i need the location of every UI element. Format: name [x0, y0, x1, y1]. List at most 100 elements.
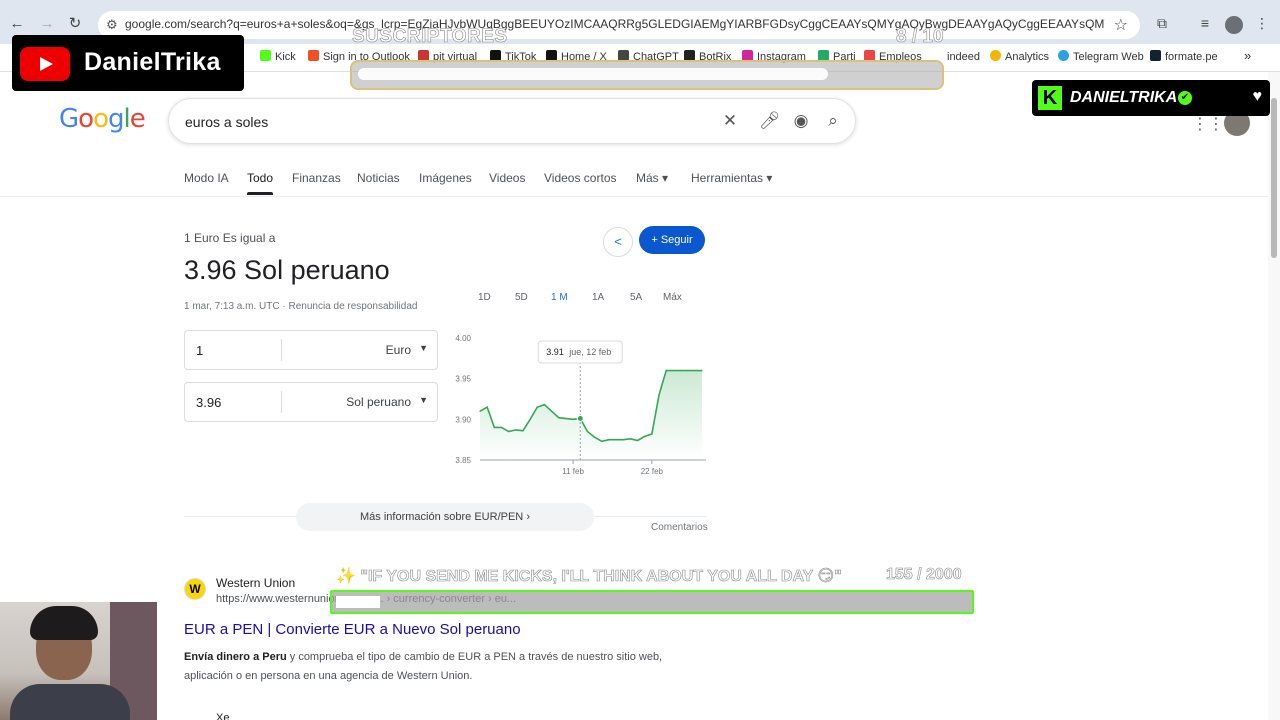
google-logo[interactable]: Google: [59, 104, 146, 134]
more-info-label: Más información sobre EUR/PEN: [360, 511, 524, 523]
from-currency-select[interactable]: Euro: [386, 343, 411, 357]
more-bookmarks-icon[interactable]: »: [1244, 48, 1251, 63]
tab-herramientas[interactable]: Herramientas ▾: [691, 171, 772, 185]
area-fill: [480, 370, 702, 460]
data-point: [543, 404, 546, 406]
kick-logo-icon: K: [1038, 86, 1062, 110]
next-result-site[interactable]: Xe: [216, 712, 229, 720]
subscriber-goal-bar: [350, 60, 944, 90]
mic-icon[interactable]: 🎤︎: [759, 111, 781, 131]
data-point: [536, 406, 538, 408]
data-point: [687, 369, 689, 372]
tab-imagenes[interactable]: Imágenes: [419, 171, 472, 185]
address-bar[interactable]: ⚙ google.com/search?q=euros+a+soles&oq=&…: [98, 11, 1140, 39]
tab-finanzas[interactable]: Finanzas: [292, 171, 341, 185]
youtube-logo-icon: [20, 47, 70, 81]
data-point: [622, 439, 624, 441]
bookmark-item[interactable]: Telegram Web: [1058, 50, 1144, 63]
active-tab-indicator: [247, 192, 273, 195]
conversion-subtitle: 1 Euro Es igual a: [184, 231, 276, 245]
header-divider: [0, 196, 1268, 197]
y-tick-label: 3.90: [455, 415, 471, 424]
bookmark-item[interactable]: formate.pe: [1150, 50, 1218, 63]
subscriber-goal-count: 8 / 10: [896, 26, 944, 48]
share-button[interactable]: <: [603, 227, 633, 257]
data-point: [665, 369, 667, 372]
kick-channel-badge: K DANIELTRIKA ✔ ♥: [1032, 80, 1270, 116]
menu-icon[interactable]: ⋮: [1253, 15, 1271, 32]
to-amount-input[interactable]: 3.96: [196, 395, 221, 410]
result-site-name[interactable]: Western Union: [216, 576, 295, 590]
conversion-result: 3.96 Sol peruano: [184, 255, 390, 285]
verified-icon: ✔: [1178, 91, 1192, 105]
from-currency-field[interactable]: 1 Euro ▼: [184, 330, 438, 370]
search-box[interactable]: euros a soles ✕ 🎤︎ ◉ ⌕: [168, 98, 856, 144]
share-icon: <: [614, 234, 622, 249]
bookmark-item[interactable]: Kick: [260, 50, 296, 63]
search-input[interactable]: euros a soles: [185, 114, 268, 130]
y-tick-label: 3.95: [455, 375, 471, 384]
bookmark-item[interactable]: Analytics: [990, 50, 1049, 63]
scrollbar-thumb[interactable]: [1271, 98, 1277, 258]
range-5a[interactable]: 5A: [630, 292, 642, 303]
clear-icon[interactable]: ✕: [720, 111, 740, 131]
heart-icon: ♥: [1252, 88, 1263, 105]
extensions-icon[interactable]: ⧉: [1153, 15, 1171, 32]
comments-link[interactable]: Comentarios: [651, 522, 708, 533]
profile-avatar[interactable]: [1225, 16, 1243, 34]
x-tick-label: 22 feb: [641, 467, 664, 476]
hover-dot: [576, 415, 584, 423]
data-point: [679, 369, 682, 372]
snippet-bold: Envía dinero a Peru: [184, 651, 287, 663]
to-currency-field[interactable]: 3.96 Sol peruano ▼: [184, 382, 438, 422]
tab-mas[interactable]: Más ▾: [636, 171, 668, 185]
to-currency-select[interactable]: Sol peruano: [346, 395, 411, 409]
result-title-link[interactable]: EUR a PEN | Convierte EUR a Nuevo Sol pe…: [184, 621, 521, 638]
data-point: [551, 410, 553, 412]
range-1d[interactable]: 1D: [478, 292, 491, 303]
media-icon[interactable]: ≡: [1196, 15, 1214, 31]
kicks-goal-bar: [330, 590, 974, 614]
kicks-goal-message: ✨ "IF YOU SEND ME KICKS, I'LL THINK ABOU…: [336, 568, 842, 586]
url-text: google.com/search?q=euros+a+soles&oq=&gs…: [125, 17, 1105, 31]
bookmark-star-icon[interactable]: ☆: [1114, 15, 1128, 35]
data-point: [608, 439, 610, 441]
x-tick-label: 11 feb: [562, 467, 584, 476]
data-point: [672, 369, 674, 372]
chevron-down-icon[interactable]: ▼: [419, 343, 428, 353]
reload-icon[interactable]: ↻: [66, 15, 84, 33]
back-icon[interactable]: ←: [8, 15, 26, 33]
apps-grid-icon[interactable]: ⋮⋮: [1192, 114, 1224, 134]
data-point: [486, 406, 488, 408]
rate-chart[interactable]: 3.85 3.90 3.95 4.00 11 feb 22 feb 3.91 jue, 12 …: [446, 330, 712, 480]
tooltip-value: 3.91: [546, 347, 564, 357]
site-info-icon[interactable]: ⚙: [106, 17, 118, 33]
data-point: [636, 439, 639, 442]
subscriber-goal-label: SUSCRIPTORES: [352, 26, 508, 48]
data-point: [615, 439, 617, 441]
page-scrollbar[interactable]: [1268, 72, 1280, 720]
subscriber-goal-fill: [358, 68, 828, 80]
range-max[interactable]: Máx: [663, 292, 682, 303]
from-amount-input[interactable]: 1: [196, 343, 203, 358]
result-snippet: Envía dinero a Peru y comprueba el tipo …: [184, 648, 704, 686]
tab-videos-cortos[interactable]: Videos cortos: [544, 171, 617, 185]
search-icon[interactable]: ⌕: [823, 111, 843, 131]
follow-button[interactable]: + Seguir: [639, 226, 705, 254]
tab-todo[interactable]: Todo: [247, 171, 273, 185]
y-tick-label: 3.85: [455, 456, 471, 465]
chevron-down-icon[interactable]: ▼: [419, 395, 428, 405]
range-1m[interactable]: 1 M: [551, 292, 568, 303]
range-5d[interactable]: 5D: [515, 292, 528, 303]
lens-icon[interactable]: ◉: [791, 111, 811, 131]
range-1a[interactable]: 1A: [592, 292, 604, 303]
forward-icon[interactable]: →: [38, 15, 56, 33]
tab-videos[interactable]: Videos: [489, 171, 525, 185]
tab-modo-ia[interactable]: Modo IA: [184, 171, 229, 185]
data-point: [644, 435, 646, 438]
data-point: [479, 410, 481, 412]
more-info-button[interactable]: Más información sobre EUR/PEN ›: [296, 503, 594, 531]
data-point: [651, 433, 653, 435]
tab-noticias[interactable]: Noticias: [357, 171, 400, 185]
data-point: [522, 430, 524, 432]
